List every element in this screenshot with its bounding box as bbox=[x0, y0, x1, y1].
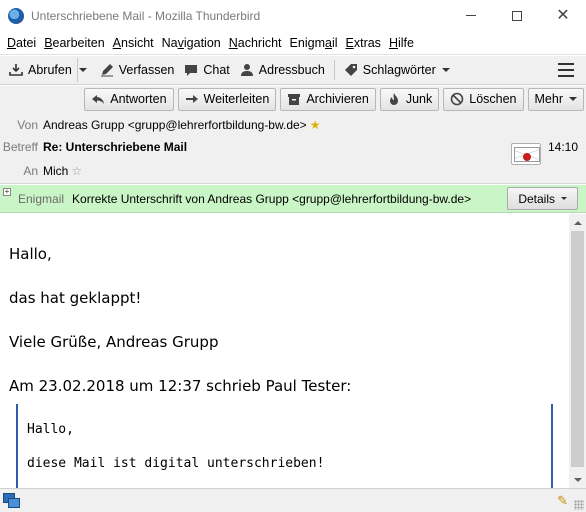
pencil-icon bbox=[100, 63, 114, 77]
archive-box-icon bbox=[287, 92, 301, 106]
thunderbird-app-icon[interactable] bbox=[8, 7, 24, 24]
maximize-button[interactable] bbox=[494, 0, 540, 31]
title-bar: Unterschriebene Mail - Mozilla Thunderbi… bbox=[0, 0, 586, 31]
get-messages-button[interactable]: Abrufen bbox=[4, 58, 77, 82]
details-button[interactable]: Details bbox=[507, 187, 578, 210]
tag-button[interactable]: Schlagwörter bbox=[339, 58, 455, 82]
status-bar: ✎ bbox=[0, 488, 586, 512]
chevron-down-icon bbox=[79, 68, 88, 72]
quote-line: Hallo, bbox=[27, 422, 74, 437]
chevron-down-icon bbox=[441, 68, 450, 72]
menu-item-nachricht[interactable]: Nachricht bbox=[225, 36, 286, 50]
menu-item-enigmail[interactable]: Enigmail bbox=[286, 36, 342, 50]
message-action-buttons: Antworten Weiterleiten Archivieren Junk … bbox=[80, 86, 584, 112]
scroll-up-button[interactable] bbox=[569, 214, 586, 231]
delete-label: Löschen bbox=[469, 92, 517, 106]
star-filled-icon[interactable]: ★ bbox=[310, 118, 321, 132]
online-status-icon[interactable] bbox=[3, 493, 20, 508]
archive-label: Archivieren bbox=[306, 92, 369, 106]
from-row: Von Andreas Grupp <grupp@lehrerfortbildu… bbox=[0, 115, 320, 135]
body-line: Hallo, bbox=[9, 245, 52, 263]
junk-button[interactable]: Junk bbox=[379, 87, 440, 111]
body-line: das hat geklappt! bbox=[9, 289, 142, 307]
chat-label: Chat bbox=[203, 63, 230, 77]
write-button[interactable]: Verfassen bbox=[95, 58, 180, 82]
chat-bubble-icon bbox=[184, 63, 198, 77]
reply-button[interactable]: Antworten bbox=[84, 87, 174, 111]
arrow-down-icon bbox=[573, 477, 582, 482]
forward-label: Weiterleiten bbox=[203, 92, 270, 106]
arrow-up-icon bbox=[573, 220, 582, 225]
star-empty-icon[interactable]: ☆ bbox=[71, 164, 82, 178]
enigmail-label: Enigmail bbox=[18, 191, 65, 206]
from-label: Von bbox=[17, 118, 38, 132]
signed-envelope-icon[interactable] bbox=[511, 143, 541, 165]
window-title: Unterschriebene Mail - Mozilla Thunderbi… bbox=[31, 8, 261, 23]
menu-bar: Datei Bearbeiten Ansicht Navigation Nachrich… bbox=[0, 31, 586, 55]
to-label: An bbox=[23, 164, 38, 178]
minimize-icon bbox=[466, 15, 476, 16]
expand-icon[interactable]: + bbox=[3, 188, 11, 196]
menu-item-hilfe[interactable]: Hilfe bbox=[385, 36, 418, 50]
get-messages-dropdown[interactable] bbox=[76, 58, 89, 82]
download-icon bbox=[9, 63, 23, 77]
prohibited-icon bbox=[450, 92, 464, 106]
flame-icon bbox=[387, 92, 401, 106]
details-label: Details bbox=[518, 191, 555, 206]
close-icon: ✕ bbox=[556, 6, 570, 24]
reply-icon bbox=[91, 92, 105, 106]
minimize-button[interactable] bbox=[448, 0, 494, 31]
quote-line: diese Mail ist digital unterschrieben! bbox=[27, 456, 325, 471]
write-label: Verfassen bbox=[118, 63, 175, 77]
chat-button[interactable]: Chat bbox=[179, 58, 234, 82]
vertical-scrollbar[interactable] bbox=[569, 214, 586, 488]
toolbar-separator bbox=[333, 60, 335, 80]
menu-item-bearbeiten[interactable]: Bearbeiten bbox=[40, 36, 108, 50]
subject-value: Re: Unterschriebene Mail bbox=[43, 140, 188, 154]
subject-label: Betreff bbox=[2, 140, 38, 154]
quoted-text: Hallo, diese Mail ist digital unterschri… bbox=[16, 404, 553, 488]
more-label: Mehr bbox=[534, 92, 563, 106]
quote-header: Am 23.02.2018 um 12:37 schrieb Paul Test… bbox=[9, 377, 352, 395]
tag-icon bbox=[344, 63, 358, 77]
main-toolbar: Abrufen Verfassen Chat Adressbuch Schlag… bbox=[0, 56, 586, 85]
to-row: An Mich ☆ bbox=[0, 161, 82, 181]
forward-button[interactable]: Weiterleiten bbox=[177, 87, 277, 111]
body-line: Viele Grüße, Andreas Grupp bbox=[9, 333, 219, 351]
message-body[interactable]: Hallo, das hat geklappt! Viele Grüße, An… bbox=[0, 214, 569, 488]
more-button[interactable]: Mehr bbox=[527, 87, 584, 111]
app-menu-button[interactable] bbox=[558, 63, 574, 77]
maximize-icon bbox=[512, 10, 522, 21]
junk-label: Junk bbox=[405, 92, 433, 106]
scroll-thumb[interactable] bbox=[571, 231, 584, 467]
menu-item-navigation[interactable]: Navigation bbox=[158, 36, 225, 50]
menu-item-ansicht[interactable]: Ansicht bbox=[109, 36, 158, 50]
enigmail-status-bar: + Enigmail Korrekte Unterschrift von And… bbox=[0, 185, 586, 213]
subject-row: Betreff Re: Unterschriebene Mail bbox=[0, 137, 187, 157]
pencil-icon: ✎ bbox=[557, 493, 568, 508]
scroll-down-button[interactable] bbox=[569, 471, 586, 488]
to-value[interactable]: Mich bbox=[43, 164, 68, 178]
chevron-down-icon bbox=[569, 97, 577, 101]
forward-arrow-icon bbox=[185, 92, 199, 106]
close-button[interactable]: ✕ bbox=[540, 0, 586, 31]
menu-item-extras[interactable]: Extras bbox=[342, 36, 385, 50]
chevron-down-icon bbox=[561, 197, 567, 200]
get-messages-label: Abrufen bbox=[28, 63, 72, 77]
message-time: 14:10 bbox=[547, 140, 578, 154]
resize-grip-icon[interactable] bbox=[574, 500, 584, 510]
person-icon bbox=[240, 63, 254, 77]
reply-label: Antworten bbox=[110, 92, 167, 106]
delete-button[interactable]: Löschen bbox=[443, 87, 524, 111]
archive-button[interactable]: Archivieren bbox=[280, 87, 376, 111]
menu-item-datei[interactable]: Datei bbox=[3, 36, 40, 50]
signature-status: Korrekte Unterschrift von Andreas Grupp … bbox=[72, 191, 472, 206]
tag-label: Schlagwörter bbox=[362, 63, 436, 77]
from-value[interactable]: Andreas Grupp <grupp@lehrerfortbildung-b… bbox=[43, 118, 307, 132]
address-book-button[interactable]: Adressbuch bbox=[235, 58, 330, 82]
message-header-pane: Antworten Weiterleiten Archivieren Junk … bbox=[0, 86, 586, 184]
address-book-label: Adressbuch bbox=[258, 63, 325, 77]
